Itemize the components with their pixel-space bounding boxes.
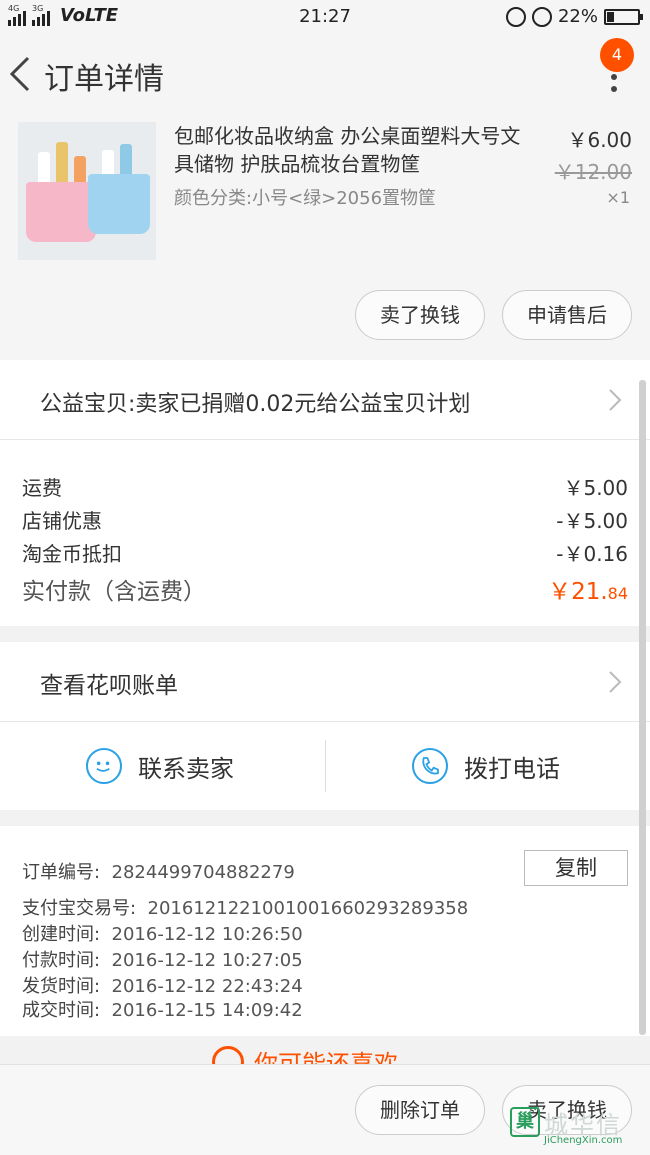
page-title: 订单详情 bbox=[44, 62, 164, 97]
delete-order-button[interactable]: 删除订单 bbox=[355, 1085, 485, 1135]
product-original-price: ￥12.00 bbox=[554, 160, 632, 184]
fee-label: 店铺优惠 bbox=[22, 509, 102, 533]
info-label: 订单编号: bbox=[22, 862, 101, 883]
contact-seller-label: 联系卖家 bbox=[138, 754, 234, 783]
fee-value: ￥5.00 bbox=[563, 476, 628, 500]
scrollbar[interactable] bbox=[639, 380, 646, 1035]
battery-icon bbox=[604, 8, 643, 25]
info-value: 2016-12-12 22:43:24 bbox=[111, 976, 303, 997]
charity-text: 公益宝贝:卖家已捐赠0.02元给公益宝贝计划 bbox=[40, 392, 471, 417]
product-image[interactable] bbox=[18, 122, 156, 260]
smile-icon bbox=[212, 1046, 244, 1066]
order-info: 订单编号: 2824499704882279 复制 支付宝交易号: 201612… bbox=[0, 826, 650, 1038]
recommendation-title: 你可能还喜欢 bbox=[254, 1050, 398, 1066]
total-value: ￥21.84 bbox=[548, 572, 628, 606]
info-label: 支付宝交易号: bbox=[22, 898, 137, 919]
product-price: ￥6.00 bbox=[567, 128, 632, 152]
alipay-trade-row: 支付宝交易号: 2016121221001001660293289358 bbox=[22, 894, 468, 920]
chat-bubble-icon bbox=[86, 748, 122, 784]
copy-button[interactable]: 复制 bbox=[524, 850, 628, 886]
info-value: 2016-12-12 10:27:05 bbox=[111, 950, 303, 971]
info-label: 付款时间: bbox=[22, 950, 101, 971]
shipped-time-row: 发货时间: 2016-12-12 22:43:24 bbox=[22, 972, 303, 998]
info-label: 发货时间: bbox=[22, 976, 101, 997]
created-time-row: 创建时间: 2016-12-12 10:26:50 bbox=[22, 920, 303, 946]
charity-row[interactable]: 公益宝贝:卖家已捐赠0.02元给公益宝贝计划 bbox=[0, 360, 650, 440]
product-quantity: ×1 bbox=[606, 188, 630, 207]
resell-button[interactable]: 卖了换钱 bbox=[355, 290, 485, 340]
order-number-row: 订单编号: 2824499704882279 bbox=[22, 858, 295, 884]
deal-time-row: 成交时间: 2016-12-15 14:09:42 bbox=[22, 996, 303, 1022]
status-bar: 4G 3G VoLTE 21:27 22% bbox=[0, 0, 650, 34]
info-value: 2824499704882279 bbox=[111, 862, 295, 883]
fee-row-shipping: 运费 ￥5.00 bbox=[22, 472, 628, 501]
rotation-lock-icon bbox=[505, 6, 526, 27]
contact-bar: 联系卖家 拨打电话 bbox=[0, 722, 650, 810]
total-label: 实付款（含运费） bbox=[22, 579, 206, 605]
info-value: 2016-12-12 10:26:50 bbox=[111, 924, 303, 945]
battery-level bbox=[607, 11, 614, 22]
fee-summary: 运费 ￥5.00 店铺优惠 -￥5.00 淘金币抵扣 -￥0.16 实付款（含运… bbox=[0, 440, 650, 626]
watermark-logo: 巢 城华信 JiChengXin.com bbox=[510, 1105, 642, 1149]
contact-seller-button[interactable]: 联系卖家 bbox=[86, 722, 234, 810]
fee-value: -￥5.00 bbox=[556, 509, 628, 533]
back-button[interactable] bbox=[6, 54, 36, 94]
app-header: 订单详情 4 bbox=[0, 34, 650, 116]
notification-badge: 4 bbox=[600, 38, 634, 72]
fee-value: -￥0.16 bbox=[556, 542, 628, 566]
call-phone-label: 拨打电话 bbox=[464, 754, 560, 783]
watermark-glyph: 巢 bbox=[510, 1107, 540, 1137]
info-value: 2016-12-15 14:09:42 bbox=[111, 1000, 303, 1021]
product-name[interactable]: 包邮化妆品收纳盒 办公桌面塑料大号文具储物 护肤品梳妆台置物筐 bbox=[174, 122, 534, 178]
bottom-action-bar: 删除订单 卖了换钱 巢 城华信 JiChengXin.com bbox=[0, 1064, 650, 1155]
chevron-left-icon bbox=[9, 56, 30, 92]
chevron-right-icon bbox=[608, 670, 622, 694]
huabei-bill-row[interactable]: 查看花呗账单 bbox=[0, 642, 650, 722]
divider bbox=[325, 740, 326, 792]
call-phone-button[interactable]: 拨打电话 bbox=[412, 722, 560, 810]
phone-icon bbox=[412, 748, 448, 784]
dot bbox=[611, 86, 617, 92]
dot bbox=[611, 74, 617, 80]
alarm-icon bbox=[531, 6, 552, 27]
info-label: 创建时间: bbox=[22, 924, 101, 945]
chevron-right-icon bbox=[608, 388, 622, 412]
total-paid-row: 实付款（含运费） ￥21.84 bbox=[22, 572, 628, 606]
info-value: 2016121221001001660293289358 bbox=[147, 898, 469, 919]
fee-label: 淘金币抵扣 bbox=[22, 542, 122, 566]
recommendation-header: 你可能还喜欢 bbox=[0, 1036, 650, 1066]
fee-row-store-discount: 店铺优惠 -￥5.00 bbox=[22, 505, 628, 534]
product-sku: 颜色分类:小号<绿>2056置物筐 bbox=[174, 188, 437, 209]
fee-label: 运费 bbox=[22, 476, 62, 500]
product-section: 包邮化妆品收纳盒 办公桌面塑料大号文具储物 护肤品梳妆台置物筐 颜色分类:小号<… bbox=[0, 116, 650, 360]
after-sales-button[interactable]: 申请售后 bbox=[502, 290, 632, 340]
total-decimal: 84 bbox=[607, 584, 628, 603]
fee-row-coin-deduction: 淘金币抵扣 -￥0.16 bbox=[22, 538, 628, 567]
huabei-text: 查看花呗账单 bbox=[40, 673, 178, 699]
info-label: 成交时间: bbox=[22, 1000, 101, 1021]
battery-percent: 22% bbox=[557, 6, 598, 27]
total-integer: ￥21. bbox=[548, 579, 608, 605]
paid-time-row: 付款时间: 2016-12-12 10:27:05 bbox=[22, 946, 303, 972]
status-right: 22% bbox=[505, 6, 643, 27]
watermark-url: JiChengXin.com bbox=[544, 1135, 623, 1146]
